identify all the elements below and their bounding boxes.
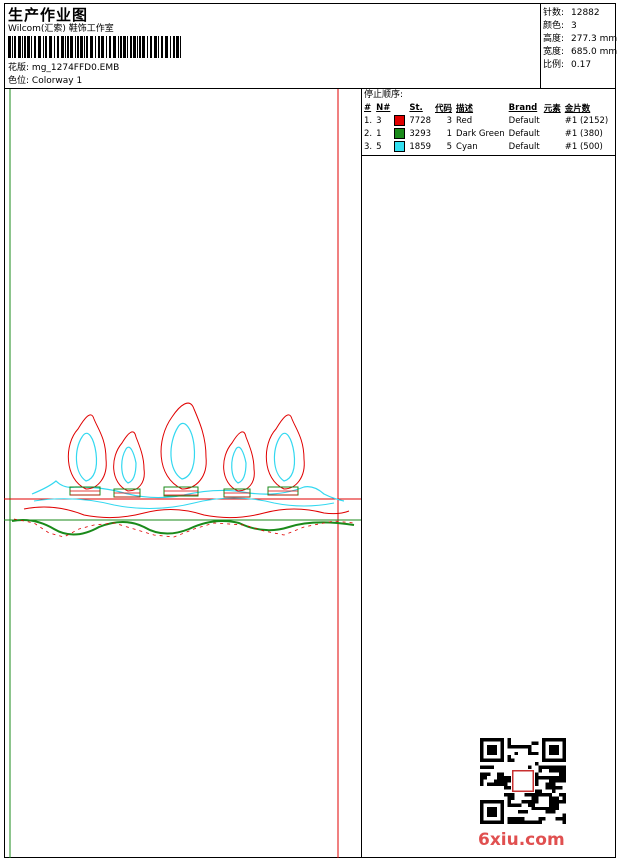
- paisley-motif: [113, 431, 145, 498]
- color-swatch-red: [394, 115, 406, 126]
- table-header-row: # N# St. 代码 描述 Brand 元素 金片数: [362, 101, 610, 114]
- col-swatch: [392, 101, 407, 114]
- table-row: 1. 3 7728 3 Red Default #1 (2152): [364, 115, 609, 126]
- cyan-wave-line-lower: [33, 497, 335, 510]
- design-file: mg_1274FFD0.EMB: [31, 63, 120, 73]
- stop-sequence-table: # N# St. 代码 描述 Brand 元素 金片数 1. 3 7728 3 …: [362, 101, 610, 153]
- col-needle: N#: [376, 102, 391, 113]
- panel-divider: [361, 88, 362, 858]
- stat-stitches: 针数: 12882: [543, 7, 600, 18]
- stat-height: 高度: 277.3 mm: [543, 33, 618, 44]
- qr-seal-bg: [510, 768, 536, 794]
- watermark: 6xiu.com: [478, 830, 565, 850]
- stat-scale: 比例: 0.17: [543, 59, 592, 70]
- design-file-line: 花版: mg_1274FFD0.EMB: [8, 63, 119, 73]
- company-name: Wilcom(汇索) 鞋饰工作室: [8, 24, 114, 34]
- col-code: 代码: [435, 103, 453, 114]
- table-row: 3. 5 1859 5 Cyan Default #1 (500): [364, 141, 603, 152]
- design-label: 花版:: [8, 63, 30, 73]
- colorway-label: 色位:: [8, 76, 30, 86]
- paisley-motif: [67, 414, 107, 496]
- stop-sequence-title: 停止顺序:: [364, 90, 404, 100]
- col-index: #: [364, 102, 372, 113]
- paisley-motif: [265, 414, 305, 496]
- qr-code: [480, 738, 566, 824]
- paisley-motif: [160, 402, 207, 497]
- colorway-line: 色位: Colorway 1: [8, 76, 82, 86]
- design-canvas: [4, 89, 361, 858]
- stats-panel: 针数: 12882 颜色: 3 高度: 277.3 mm 宽度: 685.0 mm 比例…: [543, 6, 617, 71]
- stats-divider: [540, 3, 541, 88]
- barcode: [8, 36, 181, 58]
- stat-colors: 颜色: 3: [543, 20, 577, 31]
- table-row: 2. 1 3293 1 Dark Green Default #1 (380): [364, 128, 603, 139]
- page-title: 生产作业图: [8, 6, 89, 24]
- col-sequins: 金片数: [564, 103, 591, 114]
- col-brand: Brand: [508, 102, 538, 113]
- color-swatch-dark-green: [394, 128, 406, 139]
- red-wave-line: [23, 506, 350, 519]
- col-element: 元素: [543, 103, 561, 114]
- col-stitches: St.: [409, 102, 423, 113]
- col-description: 描述: [456, 103, 474, 114]
- colorway-value: Colorway 1: [31, 76, 83, 86]
- stat-width: 宽度: 685.0 mm: [543, 46, 618, 57]
- embroidery-design: [11, 402, 355, 538]
- paisley-motif: [223, 431, 255, 498]
- color-swatch-cyan: [394, 141, 406, 152]
- stops-bottom-divider: [361, 155, 616, 156]
